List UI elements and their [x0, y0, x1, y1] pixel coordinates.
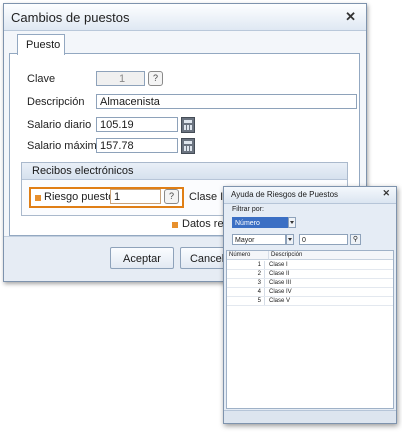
table-row[interactable]: 2 Clase II — [227, 270, 393, 279]
row-descripcion: Clase I — [269, 262, 288, 268]
group-header: Recibos electrónicos — [22, 163, 347, 180]
clave-field: 1 — [96, 71, 145, 86]
salario-maximo-label: Salario máximo — [27, 140, 103, 152]
row-numero: 2 — [227, 270, 265, 278]
calculator-icon[interactable] — [181, 117, 195, 133]
row-descripcion: Clase III — [269, 280, 292, 286]
salario-diario-field[interactable]: 105.19 — [96, 117, 178, 132]
table-row[interactable]: 4 Clase IV — [227, 288, 393, 297]
column-header-descripcion[interactable]: Descripción — [269, 251, 393, 260]
riesgo-puesto-field[interactable]: 1 — [110, 189, 161, 204]
filter-value-input[interactable]: 0 — [299, 234, 348, 245]
help-title: Ayuda de Riesgos de Puestos — [231, 190, 339, 199]
clave-label: Clave — [27, 73, 56, 85]
table-row[interactable]: 1 Clase I — [227, 261, 393, 270]
row-descripcion: Clase IV — [269, 289, 292, 295]
dialog-titlebar: Cambios de puestos ✕ — [4, 4, 366, 31]
tab-label: Puesto — [26, 39, 61, 51]
required-marker-icon — [172, 222, 178, 228]
chevron-down-icon[interactable] — [288, 217, 296, 228]
group-title: Recibos electrónicos — [32, 165, 134, 177]
dialog-title: Cambios de puestos — [11, 10, 130, 25]
accept-button[interactable]: Aceptar — [110, 247, 174, 269]
calculator-icon[interactable] — [181, 138, 195, 154]
clave-help-icon[interactable]: ? — [148, 71, 163, 86]
results-grid: Número Descripción 1 Clase I 2 Clase II 3C… — [226, 250, 394, 409]
help-status-bar — [224, 410, 396, 423]
row-descripcion: Clase II — [269, 271, 290, 277]
row-numero: 4 — [227, 288, 265, 296]
riesgo-description: Clase I — [189, 191, 224, 203]
row-descripcion: Clase V — [269, 298, 291, 304]
salario-diario-label: Salario diario — [27, 119, 92, 131]
help-titlebar: Ayuda de Riesgos de Puestos ✕ — [224, 187, 396, 204]
table-row[interactable]: 3 Clase III — [227, 279, 393, 288]
close-icon[interactable]: ✕ — [345, 10, 356, 23]
close-icon[interactable]: ✕ — [382, 189, 390, 198]
descripcion-label: Descripción — [27, 96, 85, 108]
salario-maximo-field[interactable]: 157.78 — [96, 138, 178, 153]
row-numero: 5 — [227, 297, 265, 305]
operator-select[interactable]: Mayor — [232, 234, 286, 245]
riesgo-puesto-label: Riesgo puesto — [44, 191, 115, 203]
ayuda-riesgos-window: Ayuda de Riesgos de Puestos ✕ Filtrar po… — [223, 186, 397, 424]
row-numero: 1 — [227, 261, 265, 269]
descripcion-field[interactable]: Almacenista — [96, 94, 357, 109]
required-marker-icon — [35, 195, 41, 201]
table-row[interactable]: 5 Clase V — [227, 297, 393, 306]
riesgo-help-icon[interactable]: ? — [164, 189, 179, 204]
search-icon[interactable]: ⚲ — [350, 234, 361, 245]
filter-label: Filtrar por: — [232, 206, 264, 213]
chevron-down-icon[interactable] — [286, 234, 294, 245]
tab-puesto[interactable]: Puesto — [17, 34, 65, 55]
filter-field-select[interactable]: Número — [232, 217, 288, 228]
row-numero: 3 — [227, 279, 265, 287]
column-header-numero[interactable]: Número — [227, 251, 269, 260]
